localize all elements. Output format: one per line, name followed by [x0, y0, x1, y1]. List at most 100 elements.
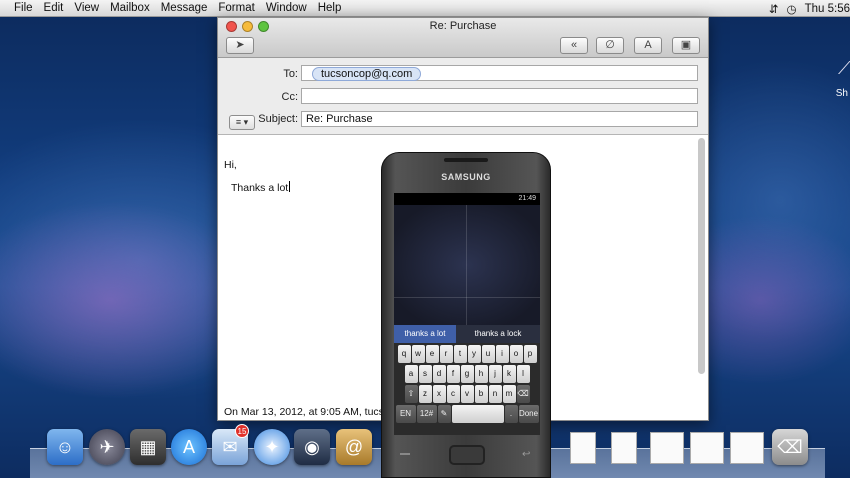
keyboard-row-3: ⇧ z x c v b n m ⌫	[395, 385, 539, 403]
finder-icon[interactable]: ☺	[47, 429, 83, 465]
attach-button[interactable]: ∅	[596, 37, 624, 54]
time-machine-icon[interactable]: ◷	[787, 2, 797, 16]
menu-mailbox[interactable]: Mailbox	[99, 2, 150, 14]
key-j[interactable]: j	[488, 365, 502, 383]
body-greeting: Hi,	[224, 159, 237, 171]
shift-key[interactable]: ⇧	[404, 385, 418, 403]
quoted-header: On Mar 13, 2012, at 9:05 AM, tucsonco	[224, 406, 407, 418]
key-w[interactable]: w	[411, 345, 425, 363]
key-n[interactable]: n	[488, 385, 502, 403]
menu-file[interactable]: File	[0, 2, 33, 14]
window-title: Re: Purchase	[429, 20, 497, 32]
key-m[interactable]: m	[502, 385, 516, 403]
menu-help[interactable]: Help	[307, 2, 342, 14]
mission-control-icon[interactable]: ▦	[130, 429, 166, 465]
menu-window[interactable]: Window	[255, 2, 307, 14]
suggestion-bar: thanks a lot thanks a lock	[394, 325, 540, 343]
suggestion-2[interactable]: thanks a lock	[456, 325, 540, 343]
drive-icon[interactable]: ⟋	[838, 58, 850, 80]
phone-trackpad-area[interactable]	[394, 205, 540, 325]
reply-all-button[interactable]: «	[560, 37, 588, 54]
calendar-window-icon[interactable]	[650, 432, 684, 464]
phone-back-key[interactable]: ↩	[522, 449, 530, 460]
address-book-icon[interactable]: @	[336, 429, 372, 465]
key-p[interactable]: p	[523, 345, 537, 363]
sync-icon[interactable]: ⇵	[769, 2, 779, 16]
menu-message[interactable]: Message	[150, 2, 208, 14]
key-v[interactable]: v	[460, 385, 474, 403]
to-field[interactable]: tucsoncop@q.com	[301, 65, 698, 81]
language-key[interactable]: EN	[395, 405, 416, 423]
menu-view[interactable]: View	[63, 2, 99, 14]
window-thumbnail-icon[interactable]	[690, 432, 724, 464]
launchpad-icon[interactable]: ✈	[89, 429, 125, 465]
done-key[interactable]: Done	[518, 405, 539, 423]
photo-icon: ▣	[680, 39, 692, 51]
keyboard-row-1: qwertyuiop	[395, 345, 539, 363]
key-e[interactable]: e	[425, 345, 439, 363]
paper-plane-icon: ➤	[235, 39, 245, 51]
key-s[interactable]: s	[418, 365, 432, 383]
key-c[interactable]: c	[446, 385, 460, 403]
menu-clock[interactable]: Thu 5:56	[805, 3, 850, 15]
phone-keyboard: qwertyuiop asdfghjkl ⇧ z x c v b n m ⌫ EN 12# ✎…	[394, 343, 540, 435]
phone-overlay: SAMSUNG 21:49 thanks a lot thanks a lock…	[381, 152, 551, 478]
text-caret	[289, 181, 291, 192]
body-scrollbar[interactable]	[698, 138, 705, 374]
key-k[interactable]: k	[502, 365, 516, 383]
app-store-icon[interactable]: A	[171, 429, 207, 465]
suggestion-1[interactable]: thanks a lot	[394, 325, 456, 343]
key-q[interactable]: q	[397, 345, 411, 363]
window-titlebar[interactable]: Re: Purchase ➤ « ∅ A ▣	[218, 18, 708, 58]
body-text: Thanks a lot	[231, 181, 291, 194]
subject-field[interactable]: Re: Purchase	[301, 111, 698, 127]
key-l[interactable]: l	[516, 365, 530, 383]
key-z[interactable]: z	[418, 385, 432, 403]
subject-label: Subject:	[258, 113, 298, 125]
recipient-chip[interactable]: tucsoncop@q.com	[312, 67, 422, 81]
phone-status-bar: 21:49	[394, 193, 540, 205]
symbols-key[interactable]: 12#	[416, 405, 437, 423]
key-x[interactable]: x	[432, 385, 446, 403]
phone-home-button[interactable]	[449, 445, 485, 465]
space-key[interactable]	[451, 405, 504, 423]
key-r[interactable]: r	[439, 345, 453, 363]
paperclip-icon: ∅	[605, 39, 615, 51]
phone-status-time: 21:49	[518, 195, 536, 202]
key-h[interactable]: h	[474, 365, 488, 383]
keyboard-row-4: EN 12# ✎ . Done	[395, 405, 539, 423]
menu-edit[interactable]: Edit	[33, 2, 64, 14]
trackpad-h-line	[394, 297, 540, 298]
key-a[interactable]: a	[404, 365, 418, 383]
send-button[interactable]: ➤	[226, 37, 254, 54]
document-icon[interactable]	[570, 432, 596, 464]
key-y[interactable]: y	[467, 345, 481, 363]
backspace-key[interactable]: ⌫	[516, 385, 530, 403]
menu-format[interactable]: Format	[207, 2, 254, 14]
fonts-button[interactable]: A	[634, 37, 662, 54]
mic-key[interactable]: ✎	[437, 405, 451, 423]
safari-icon[interactable]: ✦	[254, 429, 290, 465]
key-d[interactable]: d	[432, 365, 446, 383]
preview-document-icon[interactable]	[611, 432, 637, 464]
key-t[interactable]: t	[453, 345, 467, 363]
key-b[interactable]: b	[474, 385, 488, 403]
font-icon: A	[644, 39, 652, 51]
key-o[interactable]: o	[509, 345, 523, 363]
period-key[interactable]: .	[504, 405, 518, 423]
photo-browser-button[interactable]: ▣	[672, 37, 700, 54]
phone-speaker	[444, 158, 488, 162]
phone-menu-key[interactable]	[400, 453, 410, 459]
facetime-icon[interactable]: ◉	[294, 429, 330, 465]
key-u[interactable]: u	[481, 345, 495, 363]
menu-bar: File Edit View Mailbox Message Format Wi…	[0, 0, 850, 17]
cc-field[interactable]	[301, 88, 698, 104]
key-i[interactable]: i	[495, 345, 509, 363]
key-f[interactable]: f	[446, 365, 460, 383]
trash-icon[interactable]: ⌫	[772, 429, 808, 465]
keyboard-row-2: asdfghjkl	[395, 365, 539, 383]
mail-badge: 15	[235, 424, 249, 438]
key-g[interactable]: g	[460, 365, 474, 383]
window-thumbnail-2-icon[interactable]	[730, 432, 764, 464]
trackpad-v-line	[466, 205, 467, 325]
